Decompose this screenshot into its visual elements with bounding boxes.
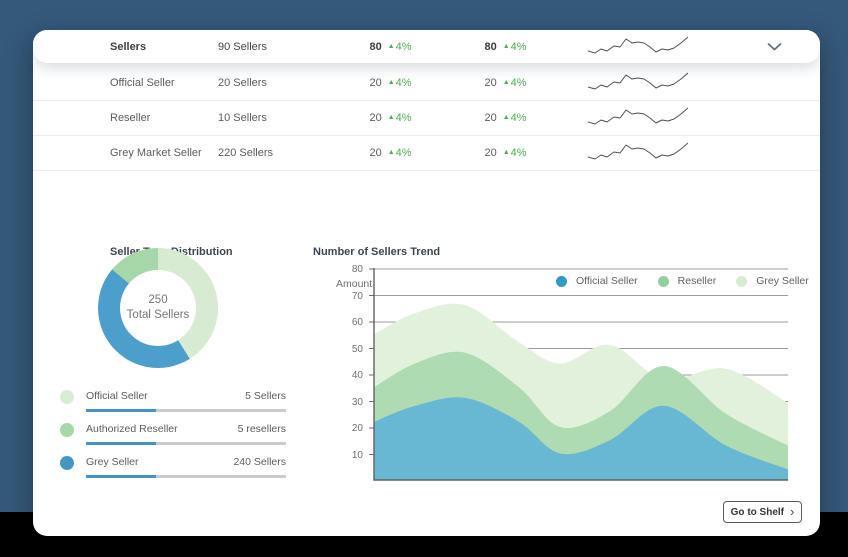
legend-row: Grey Seller 240 Sellers <box>60 454 286 487</box>
summary-pct-2: 80▲4% <box>443 41 568 53</box>
donut-center: 250 Total Sellers <box>120 270 196 346</box>
authorized-reseller-dot-icon <box>60 423 74 437</box>
dashboard-card: Sellers 90 Sellers 80▲4% 80▲4% Official … <box>33 30 820 536</box>
table-row[interactable]: Official Seller 20 Sellers 20▲4% 20▲4% <box>33 64 820 101</box>
progress-bar <box>86 475 286 478</box>
row-name: Official Seller <box>110 77 218 89</box>
table-summary-row[interactable]: Sellers 90 Sellers 80▲4% 80▲4% <box>33 30 820 63</box>
up-arrow-icon: ▲ <box>388 43 395 50</box>
chevron-right-icon: › <box>790 507 794 517</box>
up-arrow-icon: ▲ <box>503 114 510 121</box>
row-pct-2: 20▲4% <box>443 77 568 89</box>
seller-table: Official Seller 20 Sellers 20▲4% 20▲4% R… <box>33 64 820 171</box>
row-count: 220 Sellers <box>218 147 338 159</box>
up-arrow-icon: ▲ <box>503 149 510 156</box>
legend-row: Authorized Reseller 5 resellers <box>60 421 286 454</box>
up-arrow-icon: ▲ <box>503 43 510 50</box>
up-arrow-icon: ▲ <box>388 114 395 121</box>
row-pct-1: 20▲4% <box>338 77 443 89</box>
legend-value: 5 resellers <box>238 423 286 435</box>
row-pct-1: 20▲4% <box>338 147 443 159</box>
progress-bar <box>86 409 286 412</box>
row-sparkline <box>568 70 690 96</box>
chevron-down-icon[interactable] <box>767 42 782 51</box>
button-label: Go to Shelf <box>731 507 784 518</box>
row-sparkline <box>568 105 690 131</box>
y-axis-tick: 20 <box>333 423 363 434</box>
trend-title: Number of Sellers Trend <box>313 246 440 258</box>
y-axis-tick: 10 <box>333 450 363 461</box>
row-sparkline <box>568 140 690 166</box>
screen: Sellers 90 Sellers 80▲4% 80▲4% Official … <box>0 0 848 557</box>
y-axis-tick: 60 <box>333 317 363 328</box>
distribution-legend: Official Seller 5 Sellers Authorized Res… <box>60 388 286 487</box>
table-row[interactable]: Reseller 10 Sellers 20▲4% 20▲4% <box>33 101 820 136</box>
y-axis-tick: 50 <box>333 344 363 355</box>
y-axis-tick: 80 <box>333 264 363 275</box>
row-pct-2: 20▲4% <box>443 112 568 124</box>
row-pct-1: 20▲4% <box>338 112 443 124</box>
row-pct-2: 20▲4% <box>443 147 568 159</box>
donut-total-label: Total Sellers <box>127 308 190 323</box>
summary-name: Sellers <box>110 41 218 53</box>
y-axis-tick: 70 <box>333 291 363 302</box>
row-name: Reseller <box>110 112 218 124</box>
y-axis-tick: 40 <box>333 370 363 381</box>
y-axis-tick: 30 <box>333 397 363 408</box>
legend-value: 240 Sellers <box>233 456 286 468</box>
grey-seller-dot-icon <box>60 456 74 470</box>
go-to-shelf-button[interactable]: Go to Shelf › <box>723 501 802 523</box>
legend-label: Authorized Reseller <box>86 423 178 435</box>
progress-bar <box>86 442 286 445</box>
donut-chart: 250 Total Sellers <box>98 248 218 368</box>
area-chart: 1020304050607080 <box>341 268 788 482</box>
legend-label: Grey Seller <box>86 456 139 468</box>
official-seller-dot-icon <box>60 390 74 404</box>
up-arrow-icon: ▲ <box>388 79 395 86</box>
up-arrow-icon: ▲ <box>388 149 395 156</box>
up-arrow-icon: ▲ <box>503 79 510 86</box>
table-row[interactable]: Grey Market Seller 220 Sellers 20▲4% 20▲… <box>33 136 820 171</box>
row-count: 10 Sellers <box>218 112 338 124</box>
summary-sparkline <box>568 34 690 60</box>
summary-count: 90 Sellers <box>218 41 338 53</box>
legend-value: 5 Sellers <box>245 390 286 402</box>
donut-total-value: 250 <box>148 293 167 308</box>
row-count: 20 Sellers <box>218 77 338 89</box>
legend-label: Official Seller <box>86 390 148 402</box>
row-name: Grey Market Seller <box>110 147 218 159</box>
legend-row: Official Seller 5 Sellers <box>60 388 286 421</box>
summary-pct-1: 80▲4% <box>338 41 443 53</box>
